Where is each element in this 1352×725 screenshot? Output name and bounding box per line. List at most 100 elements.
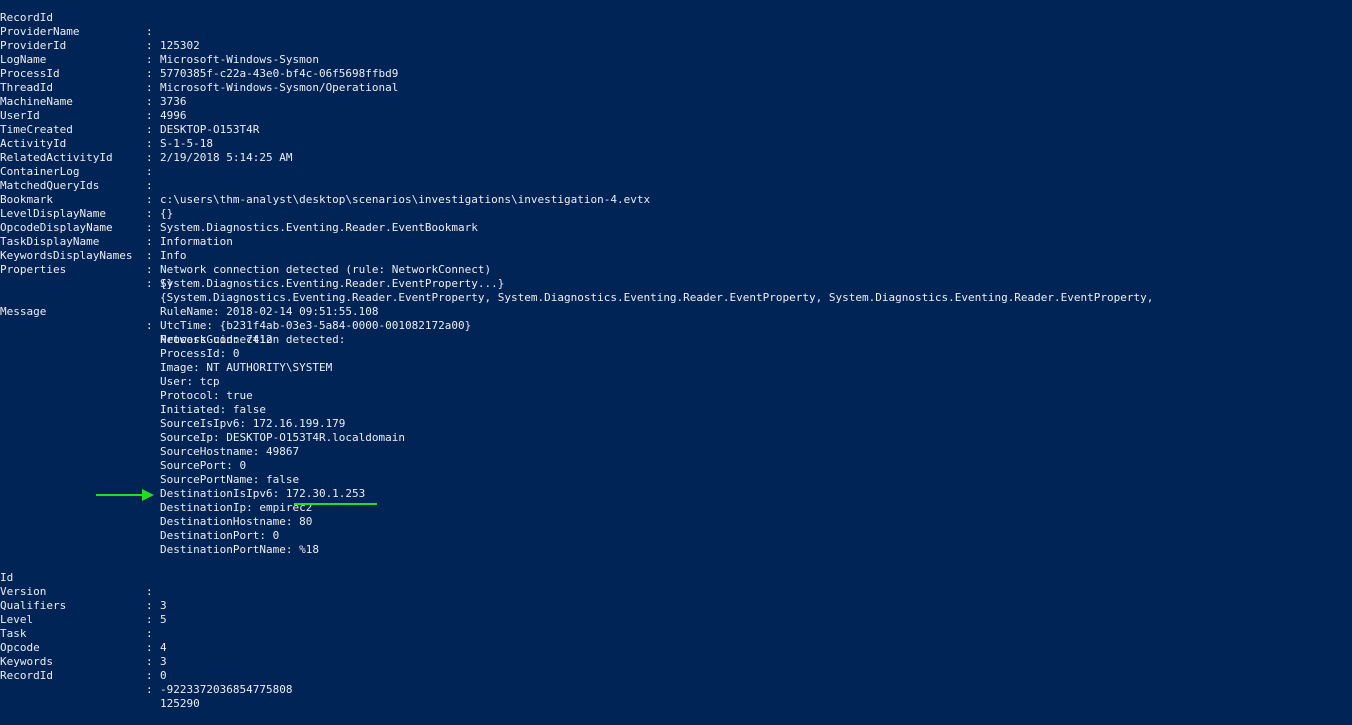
field-separator: :: [146, 627, 153, 640]
field-separator: :: [146, 53, 153, 66]
field-value: c:\users\thm-analyst\desktop\scenarios\i…: [160, 193, 651, 206]
field-separator: :: [146, 39, 153, 52]
field-separator: :: [146, 109, 153, 122]
message-line: Initiated: false: [160, 403, 266, 416]
field-separator: :: [146, 263, 153, 276]
field-row-bookmark: Bookmark : System.Diagnostics.Eventing.R…: [0, 179, 478, 234]
field-row-threadid: ThreadId : 4996: [0, 67, 187, 122]
field-value: Information: [160, 235, 233, 248]
field-row-providerid: ProviderId : 5770385f-c22a-43e0-bf4c-06f…: [0, 25, 398, 80]
message-line: Protocol: true: [160, 389, 253, 402]
message-line: SourcePortName: false: [160, 473, 300, 486]
field-value: 125302: [160, 39, 200, 52]
field-row-task: Task : 3: [0, 613, 167, 668]
field-row-opcode: Opcode : 0: [0, 627, 167, 682]
field-value: 4996: [160, 109, 187, 122]
field-value: Info: [160, 249, 187, 262]
field-row-keywordsdisplaynames: KeywordsDisplayNames : {}: [0, 235, 173, 290]
message-line-destination-isipv6: DestinationIsIpv6: 172.30.1.253: [160, 487, 366, 500]
field-row-message: Message : Network connection detected:: [0, 291, 345, 346]
field-separator: :: [146, 599, 153, 612]
message-line: SourceIp: DESKTOP-O153T4R.localdomain: [160, 431, 406, 444]
field-value: DESKTOP-O153T4R: [160, 123, 260, 136]
green-arrow-icon: [96, 489, 154, 501]
field-separator: :: [146, 249, 153, 262]
message-line: UtcTime: {b231f4ab-03e3-5a84-0000-001082…: [160, 319, 472, 332]
field-row-containerlog: ContainerLog : c:\users\thm-analyst\desk…: [0, 151, 650, 206]
field-separator: :: [146, 221, 153, 234]
powershell-console[interactable]: RecordId : 125302 ProviderName : Microso…: [0, 0, 1352, 710]
message-line: DestinationHostname: 80: [160, 515, 313, 528]
field-value: 5: [160, 613, 167, 626]
field-separator: :: [146, 95, 153, 108]
field-separator: :: [146, 151, 153, 164]
field-row-version: Version : 5: [0, 571, 167, 626]
field-value: 0: [160, 669, 167, 682]
field-row-qualifiers: Qualifiers :: [0, 585, 153, 626]
field-separator: :: [146, 193, 153, 206]
field-separator: :: [146, 669, 153, 682]
field-row-matchedqueryids: MatchedQueryIds : {}: [0, 165, 173, 220]
field-separator: :: [146, 207, 153, 220]
field-row-machinename: MachineName : DESKTOP-O153T4R: [0, 81, 259, 136]
field-value: Microsoft-Windows-Sysmon/Operational: [160, 81, 399, 94]
field-row-logname: LogName : Microsoft-Windows-Sysmon/Opera…: [0, 39, 398, 94]
field-value: 2/19/2018 5:14:25 AM: [160, 151, 293, 164]
field-value: 3736: [160, 95, 187, 108]
field-value: -9223372036854775808: [160, 683, 293, 696]
field-separator: :: [146, 235, 153, 248]
message-line: DestinationIp: empirec2: [160, 501, 313, 514]
field-separator: :: [146, 613, 153, 626]
field-row-opcodedisplayname: OpcodeDisplayName : Info: [0, 207, 187, 262]
field-value: {}: [160, 207, 174, 220]
field-row-keywords: Keywords : -9223372036854775808: [0, 641, 292, 696]
field-row-processid: ProcessId : 3736: [0, 53, 187, 108]
field-separator: :: [146, 137, 153, 150]
field-row-id: Id : 3: [0, 557, 167, 612]
message-line: SourceHostname: 49867: [160, 445, 300, 458]
field-row-taskdisplayname: TaskDisplayName : Network connection det…: [0, 221, 491, 276]
message-line: Image: NT AUTHORITY\SYSTEM: [160, 361, 333, 374]
field-separator: :: [146, 123, 153, 136]
field-key: RecordId: [0, 669, 53, 682]
field-value: Network connection detected (rule: Netwo…: [160, 263, 492, 276]
field-separator: :: [146, 585, 153, 598]
message-line: ProcessId: 0: [160, 347, 240, 360]
message-line: DestinationPortName: %18: [160, 543, 319, 556]
field-separator: :: [146, 277, 153, 290]
field-row-leveldisplayname: LevelDisplayName : Information: [0, 193, 233, 248]
field-row-relatedactivityid: RelatedActivityId :: [0, 137, 153, 178]
field-row-level: Level : 4: [0, 599, 167, 654]
message-line: User: tcp: [160, 375, 220, 388]
field-separator: :: [146, 683, 153, 696]
field-separator: :: [146, 319, 153, 332]
field-value: 4: [160, 641, 167, 654]
field-value: {System.Diagnostics.Eventing.Reader.Even…: [160, 291, 1154, 304]
field-value: Microsoft-Windows-Sysmon: [160, 53, 319, 66]
field-value: 5770385f-c22a-43e0-bf4c-06f5698ffbd9: [160, 67, 399, 80]
field-separator: :: [146, 165, 153, 178]
field-value: 125290: [160, 697, 200, 710]
field-value: S-1-5-18: [160, 137, 213, 150]
field-value: System.Diagnostics.Eventing.Reader.Event…: [160, 221, 478, 234]
field-separator: :: [146, 67, 153, 80]
properties-continuation-row: System.Diagnostics.Eventing.Reader.Event…: [0, 263, 504, 290]
field-row-properties: Properties : {System.Diagnostics.Eventin…: [0, 249, 1153, 304]
message-line: DestinationPort: 0: [160, 529, 280, 542]
field-row-providername: ProviderName : Microsoft-Windows-Sysmon: [0, 11, 319, 66]
field-row-userid: UserId : S-1-5-18: [0, 95, 213, 150]
message-line: SourceIsIpv6: 172.16.199.179: [160, 417, 346, 430]
message-line: ProcessGuid: 7412: [160, 333, 273, 346]
field-row-recordid: RecordId : 125302: [0, 0, 200, 52]
field-separator: :: [146, 25, 153, 38]
highlight-underline: [294, 503, 377, 505]
field-row-activityid: ActivityId :: [0, 123, 153, 164]
field-separator: :: [146, 179, 153, 192]
field-value: 3: [160, 599, 167, 612]
message-line: SourcePort: 0: [160, 459, 247, 472]
field-key: Message: [0, 305, 47, 318]
field-row-timecreated: TimeCreated : 2/19/2018 5:14:25 AM: [0, 109, 292, 164]
field-separator: :: [146, 641, 153, 654]
field-value-continuation: System.Diagnostics.Eventing.Reader.Event…: [160, 277, 505, 290]
message-line: RuleName: 2018-02-14 09:51:55.108: [160, 305, 379, 318]
